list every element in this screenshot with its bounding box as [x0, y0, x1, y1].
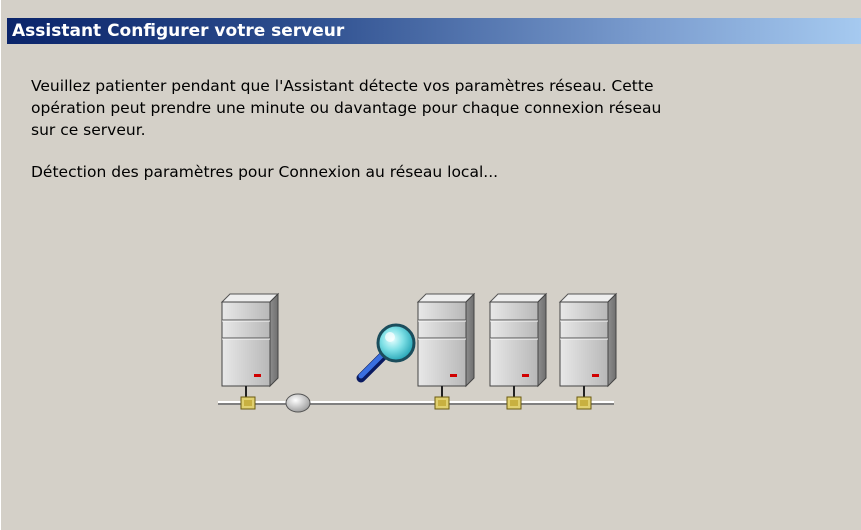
connector-icon: [434, 396, 450, 410]
server-icon: [417, 293, 475, 403]
connector-icon: [576, 396, 592, 410]
network-detection-illustration: [218, 293, 617, 413]
magnifier-icon: [356, 323, 416, 383]
title-bar: Assistant Configurer votre serveur: [7, 18, 861, 44]
server-icon: [489, 293, 547, 403]
wizard-content: Veuillez patienter pendant que l'Assista…: [31, 75, 841, 183]
status-text: Détection des paramètres pour Connexion …: [31, 163, 499, 181]
server-icon: [559, 293, 617, 403]
description-line-2: opération peut prendre une minute ou dav…: [31, 99, 662, 117]
server-icon: [221, 293, 279, 403]
network-hub-icon: [285, 393, 311, 413]
window-title: Assistant Configurer votre serveur: [12, 21, 345, 41]
connector-icon: [506, 396, 522, 410]
wizard-window: Assistant Configurer votre serveur Veuil…: [0, 0, 861, 530]
description-line-3: sur ce serveur.: [31, 121, 146, 139]
connector-icon: [240, 396, 256, 410]
description-line-1: Veuillez patienter pendant que l'Assista…: [31, 77, 654, 95]
